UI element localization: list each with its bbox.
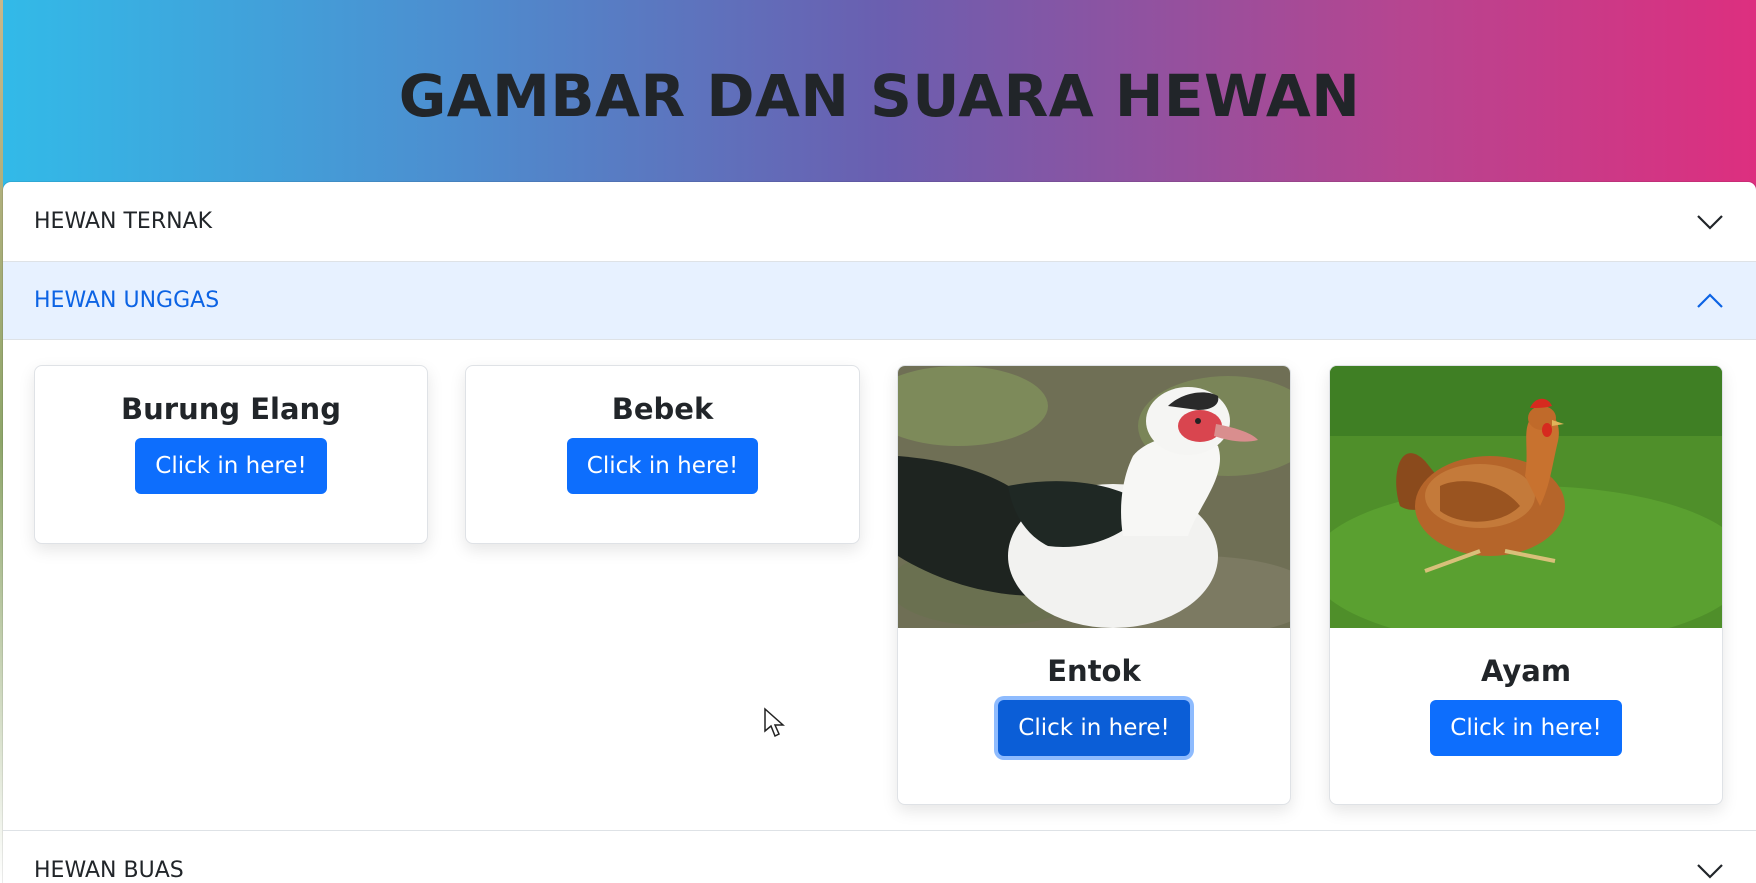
accordion-header-label: HEWAN UNGGAS bbox=[34, 288, 220, 313]
accordion-header-label: HEWAN TERNAK bbox=[34, 209, 213, 234]
animal-card-burung-elang: Burung Elang Click in here! bbox=[34, 365, 428, 544]
animal-card-entok: Entok Click in here! bbox=[897, 365, 1291, 805]
page-title: GAMBAR DAN SUARA HEWAN bbox=[398, 62, 1361, 130]
mouse-pointer-icon bbox=[764, 707, 785, 738]
animal-card-bebek: Bebek Click in here! bbox=[465, 365, 860, 544]
chevron-down-icon bbox=[1697, 214, 1723, 230]
accordion-header-hewan-unggas[interactable]: HEWAN UNGGAS bbox=[3, 262, 1756, 340]
animal-card-ayam: Ayam Click in here! bbox=[1329, 365, 1723, 805]
muscovy-duck-photo bbox=[898, 366, 1290, 628]
card-title: Ayam bbox=[1480, 654, 1572, 688]
card-title: Entok bbox=[1047, 654, 1141, 688]
card-title: Bebek bbox=[611, 392, 714, 426]
accordion-header-hewan-ternak[interactable]: HEWAN TERNAK bbox=[3, 182, 1756, 262]
accordion-header-label: HEWAN BUAS bbox=[34, 858, 184, 883]
play-sound-button[interactable]: Click in here! bbox=[998, 700, 1190, 756]
chevron-down-icon bbox=[1697, 863, 1723, 879]
page-header: GAMBAR DAN SUARA HEWAN bbox=[3, 0, 1756, 190]
play-sound-button[interactable]: Click in here! bbox=[135, 438, 327, 494]
accordion-body-hewan-unggas: Burung Elang Click in here! Bebek Click … bbox=[3, 340, 1756, 831]
chevron-up-icon bbox=[1697, 292, 1723, 308]
card-title: Burung Elang bbox=[121, 392, 341, 426]
animal-accordion: HEWAN TERNAK HEWAN UNGGAS Burung Elang C… bbox=[3, 182, 1756, 883]
chicken-photo bbox=[1330, 366, 1722, 628]
play-sound-button[interactable]: Click in here! bbox=[566, 438, 759, 494]
accordion-header-hewan-buas[interactable]: HEWAN BUAS bbox=[3, 831, 1756, 883]
play-sound-button[interactable]: Click in here! bbox=[1430, 700, 1622, 756]
